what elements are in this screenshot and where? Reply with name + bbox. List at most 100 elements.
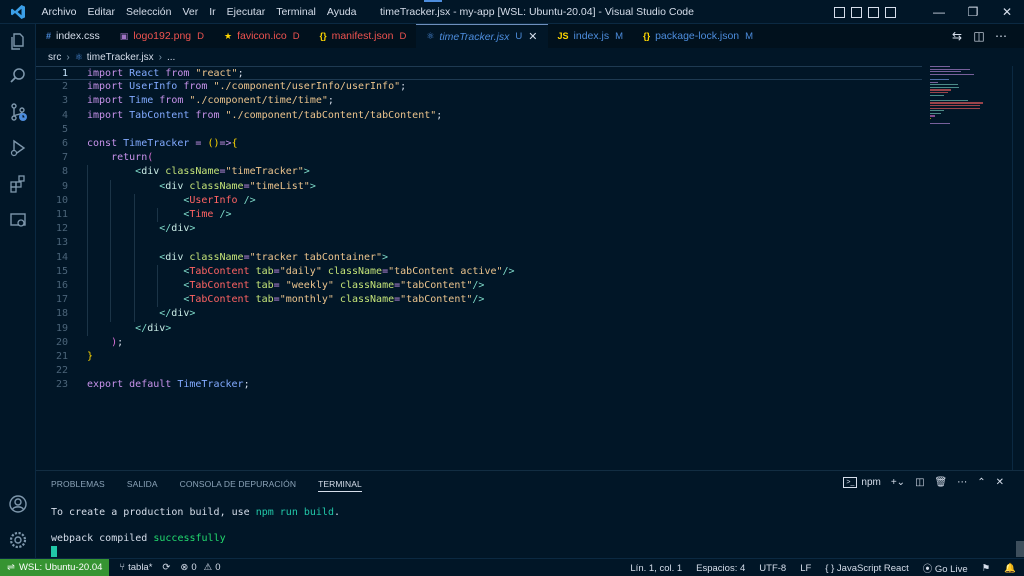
breadcrumb-file[interactable]: timeTracker.jsx bbox=[87, 52, 154, 63]
more-actions-icon[interactable]: ⋯ bbox=[994, 29, 1008, 43]
code-line[interactable]: 16 <TabContent tab= "weekly" className="… bbox=[36, 279, 922, 293]
toggle-sidebar-icon[interactable] bbox=[834, 6, 845, 18]
code-line[interactable]: 12 </div> bbox=[36, 222, 922, 236]
menu-item[interactable]: Ejecutar bbox=[221, 0, 271, 24]
menu-item[interactable]: Archivo bbox=[36, 0, 82, 24]
terminal-output[interactable]: To create a production build, use npm ru… bbox=[51, 506, 340, 558]
code-token: /> bbox=[243, 194, 256, 206]
code-line[interactable]: 5 bbox=[36, 123, 922, 137]
code-line[interactable]: 15 <TabContent tab="daily" className="ta… bbox=[36, 265, 922, 279]
code-line[interactable]: 3 import Time from "./component/time/time… bbox=[36, 94, 922, 108]
menu-item[interactable]: Selección bbox=[120, 0, 177, 24]
breadcrumb-folder[interactable]: src bbox=[48, 52, 61, 63]
notifications-icon[interactable]: 🔔 bbox=[1004, 563, 1016, 574]
terminal-scrollbar-thumb[interactable] bbox=[1016, 541, 1024, 557]
minimize-button[interactable]: — bbox=[922, 0, 956, 24]
feedback-icon[interactable]: ⚑ bbox=[982, 563, 991, 574]
line-number: 13 bbox=[55, 237, 68, 249]
remote-explorer-icon[interactable] bbox=[6, 208, 30, 232]
go-live-button[interactable]: ⦿ Go Live bbox=[923, 561, 968, 575]
kill-terminal-icon[interactable]: 🗑 bbox=[935, 477, 948, 488]
panel-tab[interactable]: PROBLEMAS bbox=[51, 471, 105, 497]
editor-tab[interactable]: {} manifest.json D bbox=[309, 24, 417, 48]
code-text: return( bbox=[87, 151, 153, 165]
code-line[interactable]: 9 <div className="timeList"> bbox=[36, 180, 922, 194]
toggle-panel-icon[interactable] bbox=[851, 6, 862, 18]
branch-indicator[interactable]: ⑂ tabla* bbox=[119, 562, 152, 573]
editor-tab[interactable]: ★ favicon.ico D bbox=[214, 24, 310, 48]
menu-item[interactable]: Ayuda bbox=[321, 0, 362, 24]
cursor-position[interactable]: Lín. 1, col. 1 bbox=[630, 563, 682, 574]
code-token: from bbox=[165, 68, 190, 79]
code-editor[interactable]: 1 import React from "react"; 2 import UserI… bbox=[36, 66, 1024, 470]
close-panel-icon[interactable]: ✕ bbox=[996, 477, 1004, 488]
maximize-panel-icon[interactable]: ⌃ bbox=[977, 477, 985, 488]
code-line[interactable]: 1 import React from "react"; bbox=[36, 66, 922, 81]
code-token: className bbox=[327, 265, 383, 277]
code-line[interactable]: 4 import TabContent from "./component/tab… bbox=[36, 109, 922, 123]
sync-button[interactable]: ⟳ bbox=[162, 562, 170, 573]
menu-item[interactable]: Ver bbox=[177, 0, 204, 24]
editor-tab[interactable]: ⚛ timeTracker.jsx U ✕ bbox=[416, 24, 548, 48]
editor-tab[interactable]: {} package-lock.json M bbox=[633, 24, 764, 48]
code-line[interactable]: 2 import UserInfo from "./component/userI… bbox=[36, 80, 922, 94]
indentation[interactable]: Espacios: 4 bbox=[696, 563, 745, 574]
toggle-secondary-sidebar-icon[interactable] bbox=[868, 6, 879, 18]
source-control-icon[interactable] bbox=[6, 100, 30, 124]
menu-item[interactable]: Editar bbox=[82, 0, 120, 24]
code-token: div bbox=[171, 308, 190, 320]
more-icon[interactable]: ⋯ bbox=[957, 477, 967, 488]
close-tab-icon[interactable]: ✕ bbox=[528, 30, 537, 43]
code-line[interactable]: 17 <TabContent tab="monthly" className="… bbox=[36, 293, 922, 307]
remote-indicator[interactable]: ⇌ WSL: Ubuntu-20.04 bbox=[0, 558, 110, 576]
minimap[interactable] bbox=[930, 66, 992, 125]
end-of-line[interactable]: LF bbox=[800, 563, 811, 574]
split-terminal-icon[interactable]: ◫ bbox=[915, 477, 924, 488]
search-icon[interactable] bbox=[6, 64, 30, 88]
code-line[interactable]: 10 <UserInfo /> bbox=[36, 194, 922, 208]
language-mode[interactable]: { } JavaScript React bbox=[825, 563, 908, 574]
problems-indicator[interactable]: ⊗ 0 ⚠ 0 bbox=[180, 562, 220, 573]
code-token: /> bbox=[502, 265, 515, 277]
menu-item[interactable]: Terminal bbox=[271, 0, 322, 24]
code-line[interactable]: 11 <Time /> bbox=[36, 208, 922, 222]
panel-tab[interactable]: SALIDA bbox=[127, 471, 158, 497]
panel-tab[interactable]: TERMINAL bbox=[318, 471, 362, 492]
code-line[interactable]: 22 bbox=[36, 364, 922, 378]
breadcrumb-symbol[interactable]: ... bbox=[167, 52, 175, 63]
code-line[interactable]: 23 export default TimeTracker; bbox=[36, 378, 922, 392]
new-terminal-icon[interactable]: +⌄ bbox=[891, 477, 905, 488]
code-line[interactable]: 21} bbox=[36, 350, 922, 364]
accounts-icon[interactable] bbox=[6, 492, 30, 516]
split-editor-icon[interactable]: ◫ bbox=[972, 29, 986, 43]
code-line[interactable]: 19 </div> bbox=[36, 322, 922, 336]
code-line[interactable]: 13 bbox=[36, 236, 922, 250]
settings-gear-icon[interactable] bbox=[6, 528, 30, 552]
code-line[interactable]: 14 <div className="tracker tabContainer"… bbox=[36, 251, 922, 265]
code-line[interactable]: 20 ); bbox=[36, 336, 922, 350]
menu-bar: Archivo Editar Selección Ver Ir Ejecutar Termi… bbox=[36, 0, 362, 24]
tab-label: logo192.png bbox=[133, 30, 192, 42]
open-changes-icon[interactable]: ⇆ bbox=[950, 29, 964, 43]
code-line[interactable]: 6 const TimeTracker = ()=>{ bbox=[36, 137, 922, 151]
restore-button[interactable]: ❐ bbox=[956, 0, 990, 24]
panel-tab[interactable]: CONSOLA DE DEPURACIÓN bbox=[180, 471, 296, 497]
code-token: ; bbox=[400, 81, 407, 93]
code-line[interactable]: 8 <div className="timeTracker"> bbox=[36, 165, 922, 179]
explorer-icon[interactable] bbox=[6, 30, 30, 54]
editor-tab[interactable]: # index.css bbox=[36, 24, 110, 48]
line-number: 5 bbox=[61, 123, 68, 135]
code-line[interactable]: 18 </div> bbox=[36, 307, 922, 321]
code-line[interactable]: 7 return( bbox=[36, 151, 922, 165]
close-window-button[interactable]: ✕ bbox=[990, 0, 1024, 24]
extensions-icon[interactable] bbox=[6, 172, 30, 196]
terminal-selector[interactable]: >_ npm bbox=[843, 477, 881, 488]
editor-tab[interactable]: ▣ logo192.png D bbox=[109, 24, 214, 48]
editor-scrollbar[interactable] bbox=[1012, 66, 1024, 470]
customize-layout-icon[interactable] bbox=[885, 6, 896, 18]
encoding[interactable]: UTF-8 bbox=[759, 563, 786, 574]
menu-item[interactable]: Ir bbox=[204, 0, 221, 24]
editor-tab[interactable]: JS index.js M bbox=[547, 24, 634, 48]
run-debug-icon[interactable] bbox=[6, 136, 30, 160]
